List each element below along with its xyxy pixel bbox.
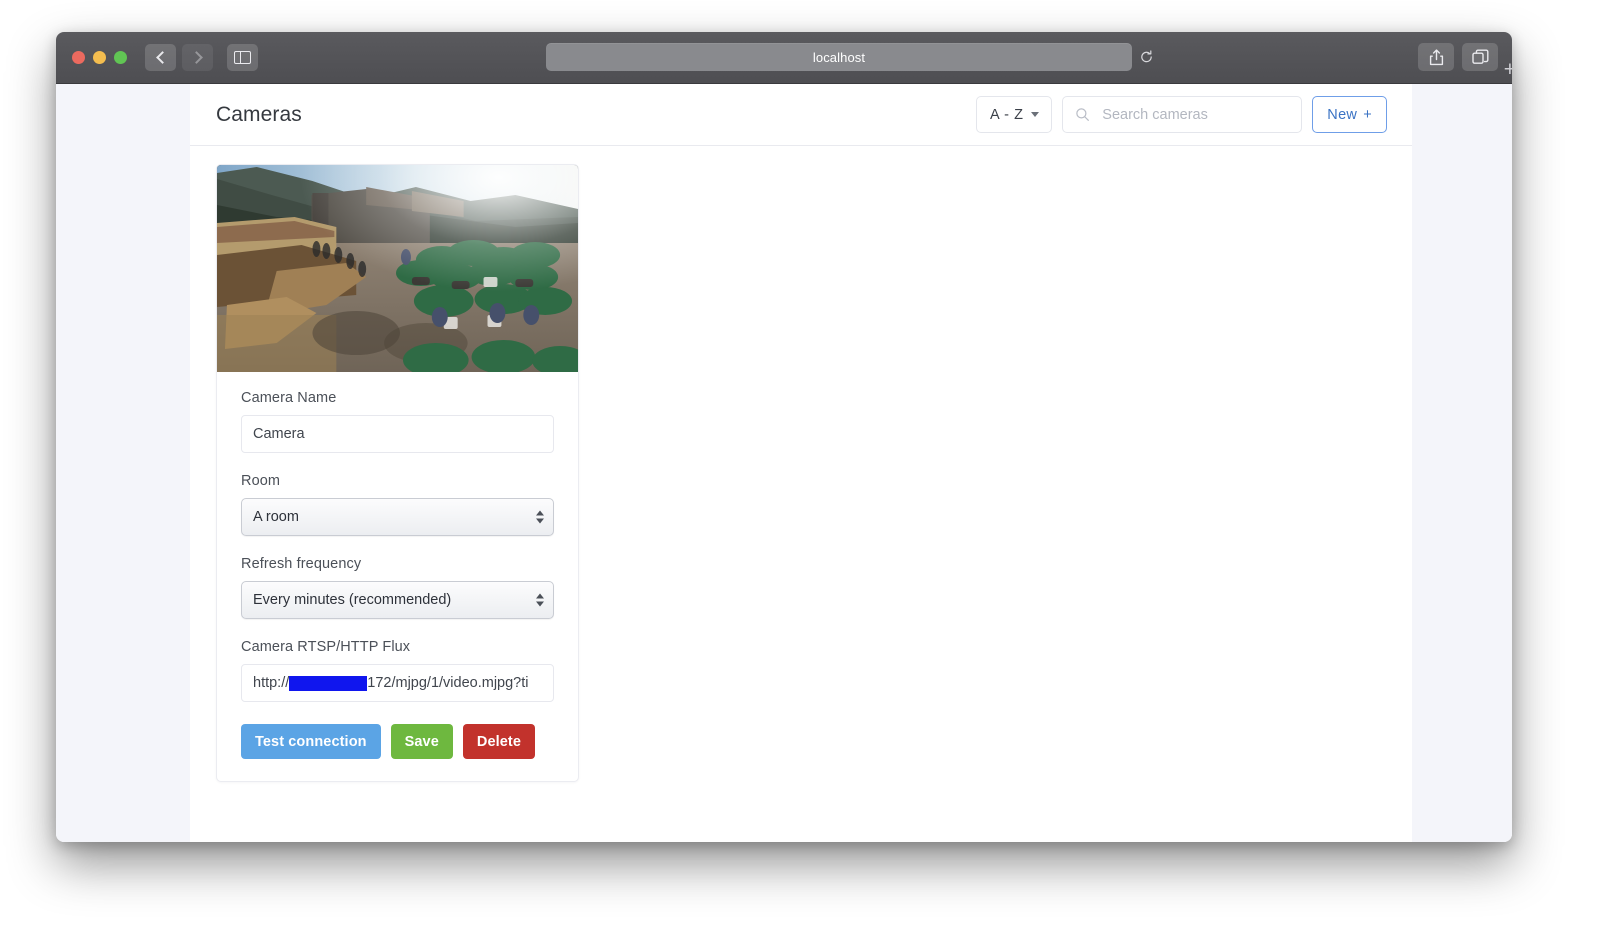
browser-window: localhost + Cameras A - Z Search cameras… — [56, 32, 1512, 842]
camera-snapshot-image — [217, 165, 578, 372]
chevron-right-icon — [189, 51, 203, 64]
page-header: Cameras A - Z New — [190, 84, 1412, 146]
back-button[interactable] — [145, 44, 176, 71]
titlebar-right-tools: + — [1418, 43, 1512, 80]
app-content: Cameras A - Z New — [190, 84, 1412, 842]
address-bar[interactable]: localhost — [546, 43, 1152, 71]
sidebar-toggle-icon — [234, 51, 251, 64]
refresh-frequency-select[interactable]: Every minutes (recommended) — [241, 581, 554, 619]
camera-name-label: Camera Name — [241, 390, 337, 406]
redaction-block — [289, 675, 368, 691]
page-title: Cameras — [216, 102, 302, 126]
forward-button[interactable] — [182, 44, 213, 71]
camera-list: Camera Name Camera Room A room Refresh f… — [190, 146, 1412, 800]
search-box[interactable] — [1062, 96, 1303, 133]
delete-button[interactable]: Delete — [462, 724, 535, 759]
chevron-down-icon — [1030, 112, 1039, 117]
chevron-left-icon — [155, 51, 169, 64]
plus-icon: + — [1363, 106, 1372, 123]
new-tab-button[interactable]: + — [1504, 59, 1512, 80]
tab-overview-button[interactable] — [1462, 43, 1498, 71]
camera-form: Camera Name Camera Room A room Refresh f… — [217, 372, 578, 781]
room-select[interactable]: A room — [241, 498, 554, 536]
camera-flux-label: Camera RTSP/HTTP Flux — [241, 639, 411, 655]
reload-icon[interactable] — [1139, 50, 1154, 65]
camera-name-value: Camera — [253, 426, 305, 442]
camera-flux-prefix: http:// — [253, 675, 290, 691]
tab-overview-icon — [1471, 49, 1488, 64]
sort-order-dropdown[interactable]: A - Z — [976, 96, 1053, 133]
close-window-button[interactable] — [72, 51, 85, 64]
maximize-window-button[interactable] — [114, 51, 127, 64]
camera-flux-suffix: 172/mjpg/1/video.mjpg?ti — [367, 675, 529, 691]
select-stepper-icon — [536, 510, 544, 524]
sort-order-label: A - Z — [989, 106, 1024, 123]
refresh-frequency-selected-value: Every minutes (recommended) — [253, 592, 452, 608]
select-stepper-icon — [536, 593, 544, 607]
camera-actions: Test connection Save Delete — [241, 724, 554, 759]
refresh-frequency-label: Refresh frequency — [241, 556, 362, 572]
window-controls — [72, 51, 127, 64]
camera-flux-input[interactable]: http:// 172/mjpg/1/video.mjpg?ti — [241, 664, 554, 702]
camera-name-input[interactable]: Camera — [241, 415, 554, 453]
sidebar-toggle-button[interactable] — [227, 44, 258, 71]
camera-card: Camera Name Camera Room A room Refresh f… — [216, 164, 579, 782]
page-viewport: Cameras A - Z New — [56, 84, 1512, 842]
search-icon — [1076, 108, 1090, 121]
address-bar-wrapper: localhost — [546, 43, 1152, 71]
new-camera-button[interactable]: New + — [1312, 96, 1387, 133]
share-icon — [1429, 48, 1443, 65]
test-connection-button[interactable]: Test connection — [241, 724, 381, 759]
header-tools: A - Z New + — [976, 96, 1387, 133]
navigation-buttons — [145, 44, 213, 71]
save-button[interactable]: Save — [390, 724, 453, 759]
new-camera-label: New — [1327, 106, 1358, 123]
search-input[interactable] — [1100, 105, 1292, 124]
camera-thumbnail[interactable] — [217, 165, 578, 372]
room-selected-value: A room — [253, 509, 299, 525]
address-bar-url: localhost — [812, 49, 866, 65]
minimize-window-button[interactable] — [93, 51, 106, 64]
browser-titlebar: localhost + — [56, 32, 1512, 84]
room-label: Room — [241, 473, 281, 489]
share-button[interactable] — [1418, 43, 1454, 71]
